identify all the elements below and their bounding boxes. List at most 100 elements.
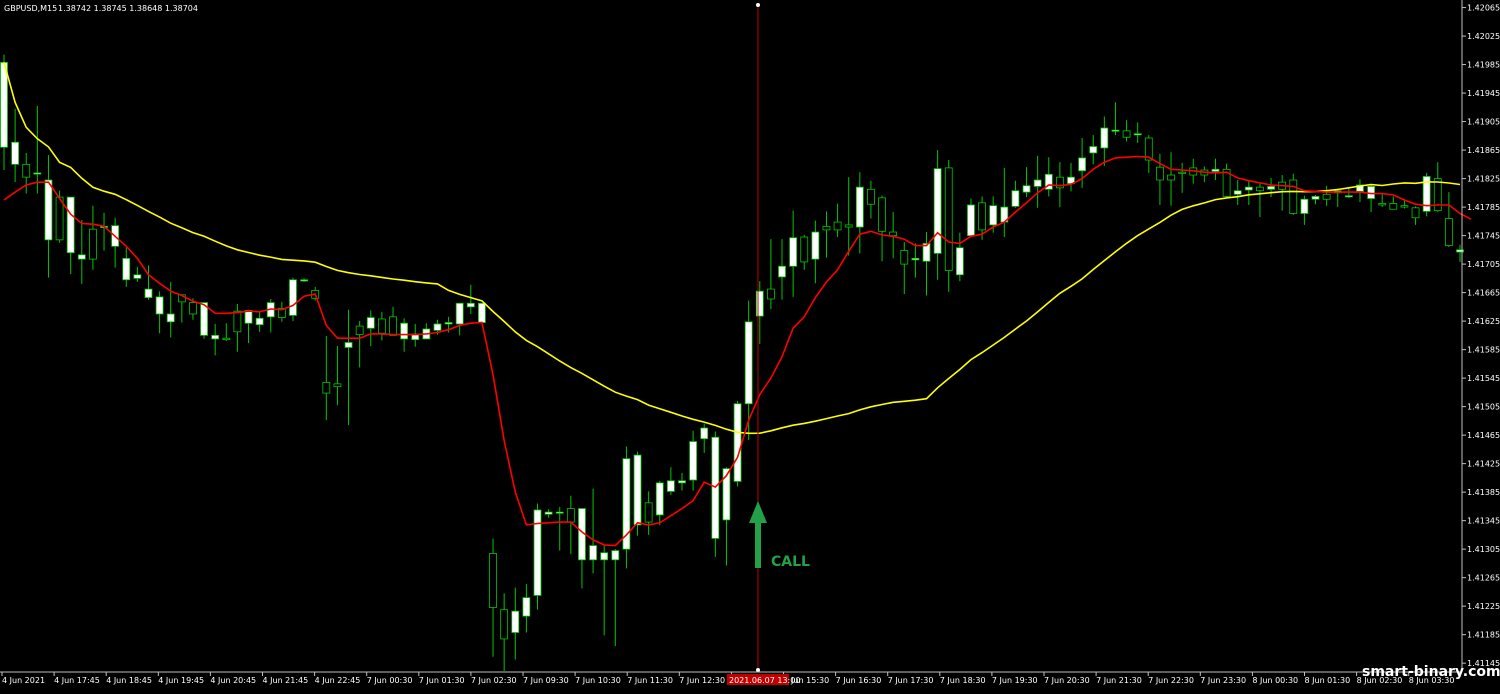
candle-body	[1289, 179, 1298, 214]
price-tick-label: 1.41385	[1467, 488, 1500, 497]
candle-body	[566, 508, 575, 523]
slow-ma-line	[3, 62, 1461, 435]
candle-body	[1178, 171, 1187, 174]
candle-body	[166, 313, 175, 323]
candle-body	[155, 296, 164, 315]
time-tick-label: 7 Jun 10:30	[575, 676, 621, 685]
candle-wicks-group	[3, 54, 1461, 671]
time-tick-label: 7 Jun 09:30	[523, 676, 569, 685]
candle-body	[878, 197, 886, 232]
price-tick-label: 1.41985	[1467, 61, 1500, 70]
candle-body	[1344, 195, 1353, 198]
candle-body	[333, 383, 342, 388]
watermark-text: smart-binary.com	[1362, 664, 1500, 680]
time-tick-label: 4 Jun 19:45	[158, 676, 204, 685]
candle-body	[1022, 185, 1031, 193]
candle-body	[855, 186, 864, 228]
crosshair-handle-top[interactable]	[756, 3, 760, 7]
price-tick-label: 1.41585	[1467, 346, 1500, 355]
candle-body	[377, 318, 386, 334]
candle-body	[755, 290, 764, 317]
candle-body	[366, 317, 375, 329]
ohlc-quotes: 1.38742 1.38745 1.38648 1.38704	[58, 4, 198, 13]
price-tick-label: 1.42025	[1467, 32, 1500, 41]
price-tick-label: 1.41785	[1467, 203, 1500, 212]
time-tick-label: 7 Jun 20:30	[1044, 676, 1090, 685]
time-tick-label: 4 Jun 22:45	[315, 676, 361, 685]
candle-body	[600, 552, 609, 561]
candle-body	[66, 196, 75, 254]
candle-body	[1133, 133, 1142, 136]
time-tick-label: 4 Jun 20:45	[210, 676, 256, 685]
price-tick-label: 1.41905	[1467, 118, 1500, 127]
time-tick-label: 7 Jun 01:30	[419, 676, 465, 685]
crosshair-handle-bottom[interactable]	[756, 668, 760, 672]
candle-body	[555, 511, 564, 514]
candle-body	[33, 172, 42, 175]
price-tick-label: 1.41345	[1467, 517, 1500, 526]
candle-body	[633, 454, 642, 526]
candle-body	[144, 288, 153, 298]
candle-body	[1322, 193, 1331, 200]
candle-body	[867, 188, 875, 205]
price-tick-label: 1.41505	[1467, 403, 1500, 412]
candle-body	[1256, 186, 1264, 192]
candle-body	[0, 62, 8, 148]
candle-body	[55, 196, 64, 241]
candle-body	[733, 403, 742, 482]
price-tick-label: 1.41225	[1467, 602, 1500, 611]
chart-area[interactable]: CALL 1.42065 1.42025 1.41985 1.41945 1.41905…	[0, 0, 1500, 690]
candle-body	[611, 550, 620, 561]
candle-body	[911, 258, 920, 261]
candle-body	[1111, 129, 1120, 132]
candle-body	[22, 163, 31, 178]
candle-body	[778, 265, 786, 278]
time-tick-label: 4 Jun 21:45	[263, 676, 309, 685]
candle-body	[822, 225, 831, 231]
candle-body	[466, 302, 475, 308]
price-tick-label: 1.41825	[1467, 175, 1500, 184]
candle-body	[133, 274, 142, 279]
candle-body	[344, 342, 353, 348]
time-tick-label: 7 Jun 22:30	[1148, 676, 1194, 685]
price-tick-label: 1.41945	[1467, 89, 1500, 98]
candle-body	[589, 545, 597, 561]
symbol-label: GBPUSD,M15	[4, 4, 57, 13]
candle-body	[944, 167, 953, 271]
candle-body	[655, 482, 664, 516]
time-tick-label: 4 Jun 2021	[2, 676, 45, 685]
price-tick-label: 1.42065	[1467, 4, 1500, 13]
candle-body	[44, 179, 53, 241]
candle-body	[500, 609, 509, 640]
price-tick-label: 1.41265	[1467, 574, 1500, 583]
call-arrow-icon	[749, 501, 767, 568]
candle-body	[1411, 207, 1420, 219]
time-tick-label: 7 Jun 11:30	[627, 676, 673, 685]
price-tick-label: 1.41545	[1467, 374, 1500, 383]
candle-body	[844, 224, 853, 228]
candle-body	[1100, 127, 1109, 149]
candle-body	[1400, 205, 1409, 208]
time-tick-label: 8 Jun 01:30	[1305, 676, 1351, 685]
candle-body	[811, 231, 820, 260]
candle-body	[1444, 218, 1453, 246]
candle-body	[1311, 196, 1320, 200]
price-tick-label: 1.41425	[1467, 460, 1500, 469]
candle-body	[189, 302, 197, 315]
fast-ma-line	[3, 155, 1472, 547]
candle-body	[77, 254, 86, 260]
candle-body	[11, 141, 20, 165]
candle-body	[1300, 198, 1309, 214]
time-tick-label: 7 Jun 02:30	[471, 676, 517, 685]
candle-body	[433, 323, 442, 331]
candle-body	[978, 202, 986, 231]
candle-body	[444, 322, 453, 325]
time-tick-label: 7 Jun 19:30	[992, 676, 1038, 685]
candle-body	[289, 279, 297, 316]
candle-body	[767, 288, 775, 300]
candle-body	[522, 597, 531, 617]
candle-body	[900, 250, 909, 265]
time-tick-label: 7 Jun 21:30	[1096, 676, 1142, 685]
candle-body	[300, 279, 308, 282]
candle-body	[455, 302, 464, 325]
